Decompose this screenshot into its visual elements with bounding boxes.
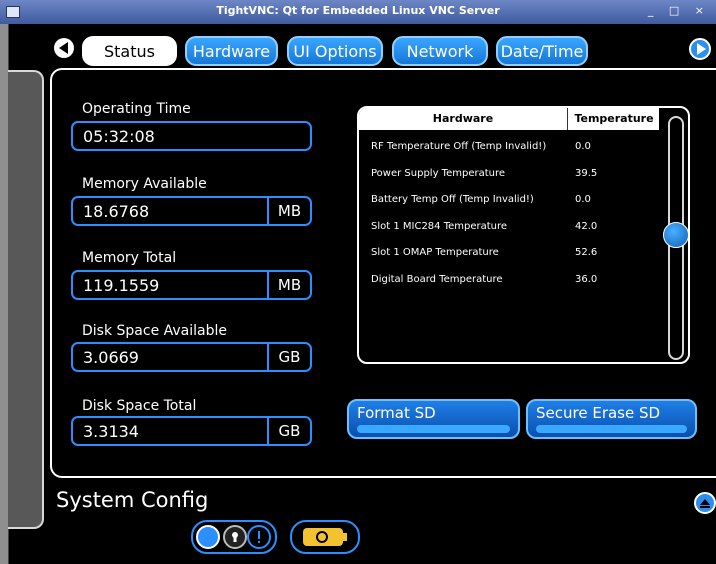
disk-available-unit: GB [267, 344, 310, 370]
table-row[interactable]: Slot 1 OMAP Temperature 52.6 [371, 247, 597, 258]
disk-available-label: Disk Space Available [82, 323, 228, 339]
temperature-cell: 36.0 [575, 274, 598, 285]
tab-hardware[interactable]: Hardware [185, 36, 278, 66]
format-sd-label: Format SD [357, 404, 436, 422]
table-row[interactable]: RF Temperature Off (Temp Invalid!) 0.0 [371, 141, 591, 152]
hardware-cell: Slot 1 MIC284 Temperature [371, 221, 508, 232]
memory-total-label: Memory Total [82, 250, 177, 266]
tab-date-time[interactable]: Date/Time [496, 36, 588, 66]
disk-total-unit: GB [267, 418, 310, 444]
tab-status[interactable]: Status [82, 36, 177, 66]
arrow-right-icon[interactable] [689, 38, 711, 60]
table-row[interactable]: Power Supply Temperature 39.5 [371, 168, 597, 179]
eject-up-icon[interactable] [694, 492, 716, 514]
window-titlebar[interactable]: TightVNC: Qt for Embedded Linux VNC Serv… [0, 0, 716, 24]
operating-time-label: Operating Time [82, 101, 191, 117]
hardware-cell: Digital Board Temperature [371, 274, 503, 285]
operating-time-field: 05:32:08 [71, 121, 312, 151]
temperature-cell: 52.6 [575, 247, 598, 258]
disk-total-field: 3.3134 GB [71, 416, 312, 446]
memory-available-value: 18.6768 [83, 202, 150, 221]
table-row[interactable]: Slot 1 MIC284 Temperature 42.0 [371, 221, 597, 232]
power-plug-icon [303, 528, 347, 546]
table-row[interactable]: Battery Temp Off (Temp Invalid!) 0.0 [371, 194, 591, 205]
temperature-cell: 42.0 [575, 221, 598, 232]
format-sd-button[interactable]: Format SD [347, 399, 520, 439]
column-header-temperature[interactable]: Temperature [569, 112, 659, 125]
hardware-cell: Slot 1 OMAP Temperature [371, 247, 499, 258]
memory-total-field: 119.1559 MB [71, 270, 312, 300]
operating-time-value: 05:32:08 [83, 127, 155, 146]
tab-ui-options[interactable]: UI Options [287, 36, 383, 66]
secure-erase-sd-label: Secure Erase SD [536, 404, 661, 422]
arrow-left-icon[interactable] [54, 38, 74, 58]
disk-total-value: 3.3134 [83, 422, 139, 441]
table-row[interactable]: Digital Board Temperature 36.0 [371, 274, 597, 285]
scrollbar-thumb[interactable] [663, 222, 689, 248]
memory-total-value: 119.1559 [83, 276, 160, 295]
column-header-hardware[interactable]: Hardware [359, 112, 567, 125]
hardware-cell: Battery Temp Off (Temp Invalid!) [371, 194, 534, 205]
disk-available-value: 3.0669 [83, 348, 139, 367]
table-header: Hardware Temperature [359, 108, 659, 130]
disk-available-field: 3.0669 GB [71, 342, 312, 372]
hardware-cell: RF Temperature Off (Temp Invalid!) [371, 141, 547, 152]
tab-network[interactable]: Network [392, 36, 488, 66]
memory-available-field: 18.6768 MB [71, 196, 312, 226]
toggle-knob [196, 525, 220, 549]
memory-available-unit: MB [267, 198, 310, 224]
memory-available-label: Memory Available [82, 176, 207, 192]
temperature-cell: 0.0 [575, 194, 591, 205]
temperature-table[interactable]: Hardware Temperature RF Temperature Off … [357, 106, 690, 364]
info-icon [247, 525, 271, 549]
hardware-cell: Power Supply Temperature [371, 168, 506, 179]
window-title: TightVNC: Qt for Embedded Linux VNC Serv… [216, 4, 500, 17]
window-controls[interactable]: _ □ × [648, 4, 710, 17]
temperature-cell: 39.5 [575, 168, 598, 179]
memory-total-unit: MB [267, 272, 310, 298]
lock-toggle[interactable] [191, 520, 277, 554]
secure-erase-sd-button[interactable]: Secure Erase SD [526, 399, 697, 439]
lock-icon [223, 525, 247, 549]
disk-total-label: Disk Space Total [82, 398, 197, 414]
side-drawer-handle[interactable] [8, 70, 44, 529]
temperature-cell: 0.0 [575, 141, 591, 152]
system-config-title: System Config [56, 488, 209, 512]
